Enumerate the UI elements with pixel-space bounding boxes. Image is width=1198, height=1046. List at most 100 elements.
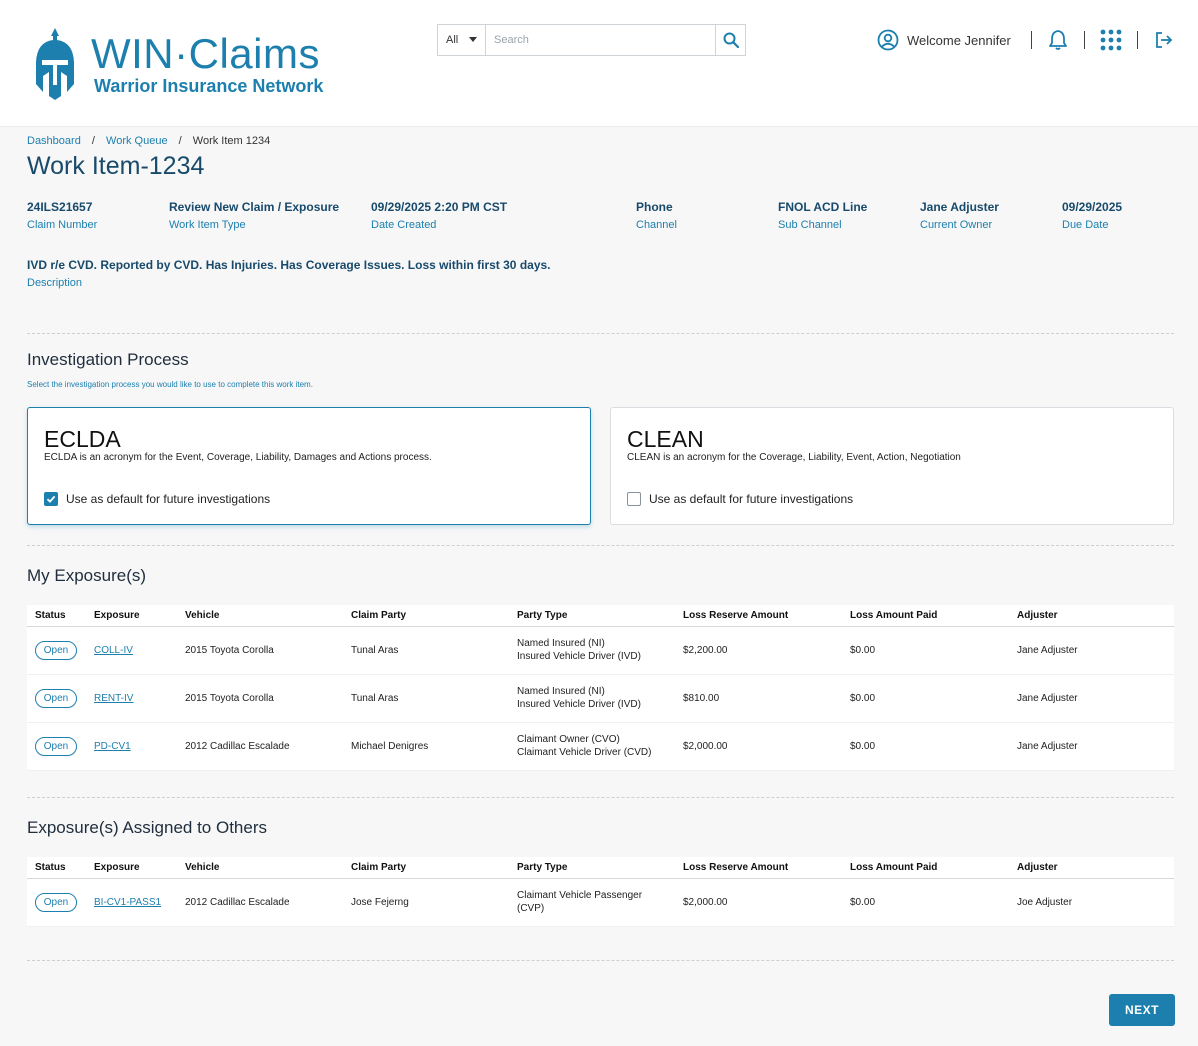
column-header: Claim Party	[343, 605, 509, 627]
meta-channel: Phone Channel	[636, 200, 677, 231]
status-badge: Open	[35, 736, 77, 756]
meta-value: 09/29/2025 2:20 PM CST	[371, 200, 508, 214]
breadcrumb-separator: /	[91, 135, 95, 147]
section-divider	[27, 797, 1174, 798]
party-type-line: Insured Vehicle Driver (IVD)	[517, 699, 641, 710]
meta-due-date: 09/29/2025 Due Date	[1062, 200, 1122, 231]
exposure-link[interactable]: RENT-IV	[94, 693, 133, 704]
search-input[interactable]	[486, 25, 715, 55]
column-header: Status	[27, 857, 86, 879]
process-card-eclda[interactable]: ECLDA ECLDA is an acronym for the Event,…	[27, 407, 591, 525]
column-header: Exposure	[86, 857, 177, 879]
next-button[interactable]: NEXT	[1109, 994, 1175, 1026]
exposure-link[interactable]: BI-CV1-PASS1	[94, 897, 161, 908]
status-badge: Open	[35, 640, 77, 660]
breadcrumb: Dashboard / Work Queue / Work Item 1234	[27, 135, 270, 147]
loss-reserve-cell: $810.00	[675, 674, 842, 723]
app-header: WIN·Claims Warrior Insurance Network All…	[0, 0, 1198, 127]
meta-label: Sub Channel	[778, 219, 842, 231]
claim-party-cell: Tunal Aras	[343, 674, 509, 723]
spartan-helmet-logo-icon	[36, 28, 74, 100]
section-divider	[27, 960, 1174, 961]
search-icon	[723, 32, 739, 48]
apps-button[interactable]	[1099, 28, 1123, 52]
meta-work-item-type: Review New Claim / Exposure Work Item Ty…	[169, 200, 339, 231]
meta-sub-channel: FNOL ACD Line Sub Channel	[778, 200, 867, 231]
meta-value: FNOL ACD Line	[778, 200, 868, 214]
process-card-title: ECLDA	[44, 426, 121, 452]
logout-button[interactable]	[1152, 28, 1176, 52]
search-scope-value: All	[446, 34, 459, 46]
loss-reserve-cell: $2,200.00	[675, 626, 842, 675]
search-button[interactable]	[715, 25, 745, 55]
meta-label: Date Created	[371, 219, 437, 231]
breadcrumb-separator: /	[178, 135, 182, 147]
default-checkbox-row: Use as default for future investigations	[44, 492, 270, 506]
section-divider	[27, 333, 1174, 334]
loss-paid-cell: $0.00	[842, 674, 1009, 723]
column-header: Loss Amount Paid	[842, 605, 1009, 627]
status-badge: Open	[35, 688, 77, 708]
apps-grid-icon	[1100, 29, 1122, 51]
user-menu[interactable]: Welcome Jennifer	[877, 28, 1011, 52]
search-scope-select[interactable]: All	[438, 25, 486, 55]
process-card-description: ECLDA is an acronym for the Event, Cover…	[44, 452, 432, 463]
table-header-row: Status Exposure Vehicle Claim Party Part…	[27, 605, 1174, 627]
column-header: Exposure	[86, 605, 177, 627]
meta-description: IVD r/e CVD. Reported by CVD. Has Injuri…	[27, 258, 551, 289]
notifications-button[interactable]	[1046, 28, 1070, 52]
search-bar: All	[437, 24, 746, 56]
party-type-line: Insured Vehicle Driver (IVD)	[517, 651, 641, 662]
logout-icon	[1156, 32, 1173, 48]
description-value: IVD r/e CVD. Reported by CVD. Has Injuri…	[27, 258, 551, 272]
party-type-line: Claimant Vehicle Passenger	[517, 890, 643, 901]
column-header: Vehicle	[177, 605, 343, 627]
meta-date-created: 09/29/2025 2:20 PM CST Date Created	[371, 200, 507, 231]
vehicle-cell: 2012 Cadillac Escalade	[177, 878, 343, 927]
column-header: Adjuster	[1009, 857, 1174, 879]
default-checkbox[interactable]	[627, 492, 641, 506]
loss-reserve-cell: $2,000.00	[675, 878, 842, 927]
default-checkbox-label: Use as default for future investigations	[66, 492, 271, 506]
table-row: Open COLL-IV 2015 Toyota Corolla Tunal A…	[27, 626, 1174, 675]
checkmark-icon	[46, 495, 56, 503]
brand-title: WIN·Claims	[91, 30, 320, 77]
investigation-process-hint: Select the investigation process you wou…	[27, 380, 313, 389]
exposure-link[interactable]: PD-CV1	[94, 741, 131, 752]
description-label: Description	[27, 277, 83, 289]
process-card-clean[interactable]: CLEAN CLEAN is an acronym for the Covera…	[610, 407, 1174, 525]
meta-label: Claim Number	[27, 219, 98, 231]
adjuster-cell: Jane Adjuster	[1009, 722, 1174, 771]
table-header-row: Status Exposure Vehicle Claim Party Part…	[27, 857, 1174, 879]
exposure-link[interactable]: COLL-IV	[94, 645, 133, 656]
party-type-line: Claimant Vehicle Driver (CVD)	[517, 747, 652, 758]
column-header: Party Type	[509, 857, 675, 879]
meta-current-owner: Jane Adjuster Current Owner	[920, 200, 999, 231]
status-badge: Open	[35, 892, 77, 912]
table-row: Open RENT-IV 2015 Toyota Corolla Tunal A…	[27, 674, 1174, 723]
bell-icon	[1049, 30, 1067, 50]
adjuster-cell: Jane Adjuster	[1009, 626, 1174, 675]
others-exposures-table: Status Exposure Vehicle Claim Party Part…	[27, 857, 1174, 927]
section-divider	[27, 545, 1174, 546]
meta-value: Phone	[636, 200, 673, 214]
meta-label: Due Date	[1062, 219, 1109, 231]
claim-party-cell: Tunal Aras	[343, 626, 509, 675]
meta-value: 09/29/2025	[1062, 200, 1123, 214]
others-exposures-heading: Exposure(s) Assigned to Others	[27, 818, 268, 837]
breadcrumb-dashboard[interactable]: Dashboard	[27, 135, 81, 147]
breadcrumb-work-queue[interactable]: Work Queue	[106, 135, 168, 147]
loss-reserve-cell: $2,000.00	[675, 722, 842, 771]
column-header: Vehicle	[177, 857, 343, 879]
header-divider	[1137, 31, 1138, 49]
loss-paid-cell: $0.00	[842, 878, 1009, 927]
party-type-line: Named Insured (NI)	[517, 638, 605, 649]
column-header: Loss Amount Paid	[842, 857, 1009, 879]
adjuster-cell: Jane Adjuster	[1009, 674, 1174, 723]
default-checkbox[interactable]	[44, 492, 58, 506]
meta-label: Work Item Type	[169, 219, 246, 231]
claim-party-cell: Jose Fejerng	[343, 878, 509, 927]
user-circle-icon	[877, 29, 899, 51]
table-row: Open BI-CV1-PASS1 2012 Cadillac Escalade…	[27, 878, 1174, 927]
meta-label: Current Owner	[920, 219, 993, 231]
